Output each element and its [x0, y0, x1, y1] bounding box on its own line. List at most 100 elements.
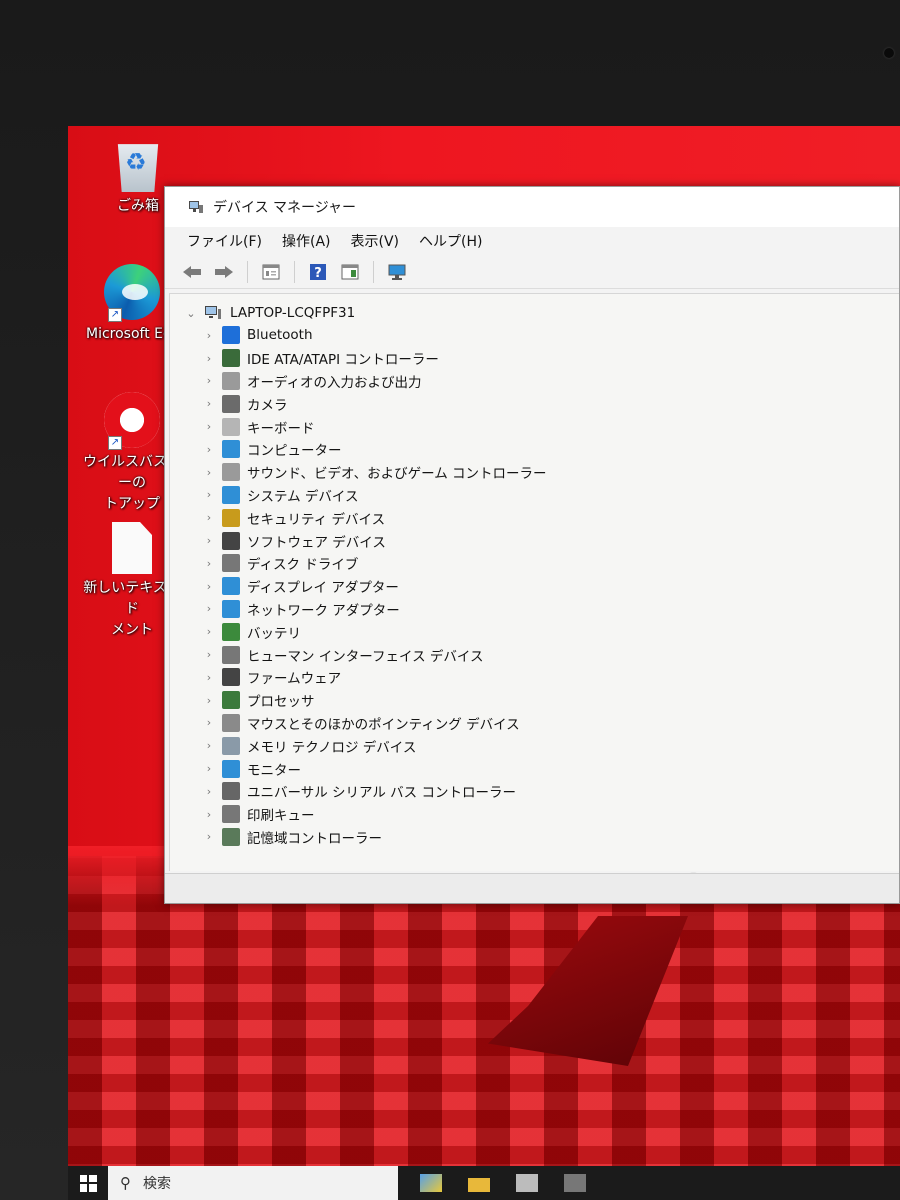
device-category[interactable]: › モニター [184, 757, 547, 780]
device-category[interactable]: › システム デバイス [184, 484, 547, 507]
edge-icon: ↗ [104, 264, 160, 322]
expand-caret-icon[interactable]: › [202, 671, 216, 684]
expand-caret-icon[interactable]: › [202, 534, 216, 547]
expand-caret-icon[interactable]: › [202, 329, 216, 342]
security-key-icon [222, 508, 240, 527]
expand-caret-icon[interactable]: › [202, 830, 216, 843]
toolbar-separator [294, 260, 295, 283]
device-manager-window[interactable]: デバイス マネージャー ファイル(F) 操作(A) 表示(V) ヘルプ(H) ?… [164, 186, 900, 904]
device-tree-panel[interactable]: ⌄ LAPTOP-LCQFPF31 › Bluetooth › IDE ATA/ATA… [169, 293, 899, 889]
device-category[interactable]: › プロセッサ [184, 689, 547, 712]
device-category[interactable]: › IDE ATA/ATAPI コントローラー [184, 347, 547, 370]
device-category[interactable]: › 記憶域コントローラー [184, 826, 547, 849]
disk-drive-icon [222, 554, 240, 573]
device-category[interactable]: › ヒューマン インターフェイス デバイス [184, 643, 547, 666]
device-category[interactable]: › ネットワーク アダプター [184, 598, 547, 621]
device-category[interactable]: › ファームウェア [184, 666, 547, 689]
device-category[interactable]: › キーボード [184, 415, 547, 438]
monitor-icon [222, 759, 240, 778]
expand-caret-icon[interactable]: › [202, 808, 216, 821]
help-icon[interactable]: ? [305, 260, 331, 284]
menu-bar: ファイル(F) 操作(A) 表示(V) ヘルプ(H) [165, 227, 899, 255]
device-category[interactable]: › オーディオの入力および出力 [184, 370, 547, 393]
device-category[interactable]: › ディスプレイ アダプター [184, 575, 547, 598]
expand-caret-icon[interactable]: › [202, 557, 216, 570]
device-category-label: マウスとそのほかのポインティング デバイス [247, 716, 520, 733]
expand-caret-icon[interactable]: › [202, 580, 216, 593]
toolbar-separator [247, 260, 248, 283]
processor-icon [222, 691, 240, 710]
bluetooth-icon [222, 326, 240, 345]
device-category-label: Bluetooth [247, 327, 313, 344]
toolbar-separator [373, 260, 374, 283]
expand-caret-icon[interactable]: › [202, 352, 216, 365]
device-category[interactable]: › マウスとそのほかのポインティング デバイス [184, 712, 547, 735]
recycle-bin-icon [117, 144, 159, 192]
expand-caret-icon[interactable]: › [202, 716, 216, 729]
text-document-icon [112, 522, 152, 574]
menu-help[interactable]: ヘルプ(H) [419, 231, 482, 251]
speaker-icon [222, 371, 240, 390]
expand-caret-icon[interactable]: › [202, 694, 216, 707]
expand-caret-icon[interactable]: › [202, 648, 216, 661]
expand-caret-icon[interactable]: › [202, 488, 216, 501]
mouse-icon [222, 713, 240, 732]
properties-icon[interactable] [258, 260, 284, 284]
expand-caret-icon[interactable]: › [202, 625, 216, 638]
start-button[interactable] [68, 1166, 108, 1200]
usb-icon [222, 782, 240, 801]
expand-caret-icon[interactable]: › [202, 374, 216, 387]
device-manager-icon [189, 201, 203, 213]
display-adapter-icon [222, 577, 240, 596]
device-category[interactable]: › メモリ テクノロジ デバイス [184, 734, 547, 757]
device-category[interactable]: › ユニバーサル シリアル バス コントローラー [184, 780, 547, 803]
expand-caret-icon[interactable]: › [202, 420, 216, 433]
back-arrow-icon[interactable] [179, 260, 205, 284]
software-device-icon [222, 531, 240, 550]
menu-view[interactable]: 表示(V) [351, 231, 400, 251]
file-explorer-icon[interactable] [468, 1178, 490, 1192]
expand-caret-icon[interactable]: › [202, 397, 216, 410]
expand-caret-icon[interactable]: › [202, 443, 216, 456]
device-category-label: カメラ [247, 397, 288, 414]
forward-arrow-icon[interactable] [211, 260, 237, 284]
mail-icon[interactable] [564, 1174, 586, 1192]
device-category[interactable]: › バッテリ [184, 620, 547, 643]
expand-caret-icon[interactable]: › [202, 762, 216, 775]
device-category-label: サウンド、ビデオ、およびゲーム コントローラー [247, 466, 547, 483]
trend-micro-icon: ↗ [104, 392, 160, 450]
monitor-icon[interactable] [384, 260, 410, 284]
device-category[interactable]: › ディスク ドライブ [184, 552, 547, 575]
app-icon[interactable] [420, 1174, 442, 1192]
expand-caret-icon[interactable]: › [202, 466, 216, 479]
device-category[interactable]: › 印刷キュー [184, 803, 547, 826]
expand-caret-icon[interactable]: › [202, 511, 216, 524]
network-adapter-icon [222, 599, 240, 618]
shortcut-arrow-icon: ↗ [108, 436, 122, 450]
status-bar [165, 873, 899, 903]
keyboard-icon [222, 417, 240, 436]
expand-caret-icon[interactable]: › [202, 739, 216, 752]
menu-file[interactable]: ファイル(F) [187, 231, 262, 251]
device-category-label: セキュリティ デバイス [247, 511, 386, 528]
store-icon[interactable] [516, 1174, 538, 1192]
device-category[interactable]: › カメラ [184, 392, 547, 415]
device-category[interactable]: › ソフトウェア デバイス [184, 529, 547, 552]
device-category[interactable]: › コンピューター [184, 438, 547, 461]
taskbar-search-box[interactable]: ⚲ 検索 [108, 1166, 398, 1200]
device-category-label: ソフトウェア デバイス [247, 534, 386, 551]
search-icon: ⚲ [120, 1174, 131, 1192]
expand-caret-icon[interactable]: › [202, 602, 216, 615]
computer-icon [222, 440, 240, 459]
device-category[interactable]: › Bluetooth [184, 324, 547, 347]
device-category[interactable]: › サウンド、ビデオ、およびゲーム コントローラー [184, 461, 547, 484]
device-category-label: ディスプレイ アダプター [247, 580, 399, 597]
expand-caret-icon[interactable]: › [202, 785, 216, 798]
tree-root[interactable]: ⌄ LAPTOP-LCQFPF31 [184, 302, 547, 324]
view-icon[interactable] [337, 260, 363, 284]
menu-action[interactable]: 操作(A) [282, 231, 331, 251]
device-category[interactable]: › セキュリティ デバイス [184, 506, 547, 529]
collapse-caret-icon[interactable]: ⌄ [184, 307, 198, 320]
title-bar[interactable]: デバイス マネージャー [165, 187, 899, 227]
device-category-label: ファームウェア [247, 671, 342, 688]
